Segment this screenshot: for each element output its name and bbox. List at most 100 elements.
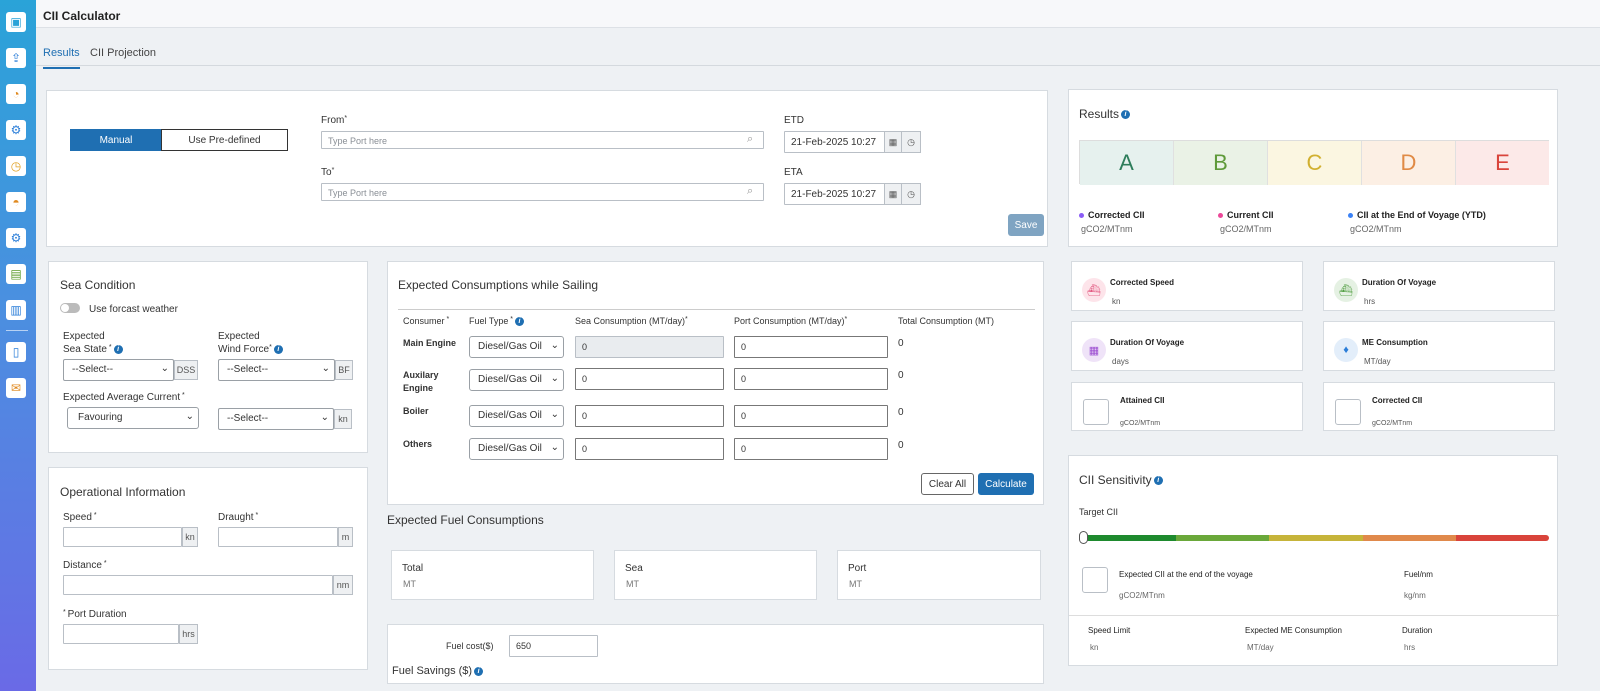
wind-force-select[interactable]: --Select-- ⌄: [218, 359, 335, 381]
expected-me-unit: MT/day: [1247, 643, 1274, 652]
calendar-icon[interactable]: ▦: [884, 131, 902, 153]
calendar-icon[interactable]: ▦: [884, 183, 902, 205]
fuel-type-select[interactable]: Diesel/Gas Oil ⌄: [469, 369, 564, 391]
grade-b: B: [1174, 141, 1268, 185]
etd-label: ETD: [784, 115, 804, 126]
app-title: CII Calculator: [43, 9, 121, 23]
port-consumption-input[interactable]: 0: [734, 405, 888, 427]
fuel-cost-panel: Fuel cost($) 650 Fuel Savings ($) i: [387, 624, 1044, 684]
total-consumption: 0: [898, 370, 904, 381]
card-unit: gCO2/MTnm: [1372, 420, 1413, 427]
settings-icon[interactable]: ⚙: [6, 120, 26, 140]
fuel-port-box: Port MT: [837, 550, 1041, 600]
chat-icon[interactable]: ✉: [6, 378, 26, 398]
legend-corrected-cii: Corrected CII: [1079, 210, 1145, 220]
sea-consumption-input[interactable]: 0: [575, 405, 724, 427]
fuel-total-box: Total MT: [391, 550, 594, 600]
eta-input[interactable]: 21-Feb-2025 10:27: [784, 183, 885, 205]
distance-label: Distance *: [63, 560, 107, 571]
predefined-mode-button[interactable]: Use Pre-defined: [161, 129, 288, 151]
fuel-type-select[interactable]: Diesel/Gas Oil ⌄: [469, 336, 564, 358]
draught-input[interactable]: [218, 527, 338, 547]
sidebar: ▣ ⇪ ◔ ⚙ ◷ ◓ ⚙ ▤ ▥ ▯ ✉: [0, 0, 36, 691]
helmet-icon[interactable]: ◓: [6, 192, 26, 212]
document-icon[interactable]: ▤: [6, 264, 26, 284]
distance-input[interactable]: [63, 575, 333, 595]
calendar-icon: ▦: [1082, 338, 1106, 362]
to-input[interactable]: Type Port here: [321, 183, 764, 201]
target-cii-slider-track[interactable]: [1083, 535, 1549, 541]
fuel-consumption-title: Expected Fuel Consumptions: [387, 513, 544, 527]
grade-d: D: [1362, 141, 1456, 185]
sea-consumption-input[interactable]: 0: [575, 368, 724, 390]
consumption-panel: Expected Consumptions while Sailing Cons…: [387, 261, 1044, 505]
save-button[interactable]: Save: [1008, 214, 1044, 236]
clock-icon[interactable]: ◷: [6, 156, 26, 176]
gauge-icon[interactable]: ◔: [6, 84, 26, 104]
manual-mode-button[interactable]: Manual: [70, 129, 162, 151]
row-consumer: Others: [403, 439, 433, 449]
top-bar: CII Calculator: [36, 0, 1600, 28]
search-icon: ⌕: [747, 185, 754, 197]
expected-cii-unit: gCO2/MTnm: [1119, 591, 1165, 600]
grade-a: A: [1080, 141, 1174, 185]
speed-input[interactable]: [63, 527, 182, 547]
monitor-icon[interactable]: ▣: [6, 12, 26, 32]
clear-all-button[interactable]: Clear All: [921, 473, 974, 495]
sea-state-label-line1: Expected: [63, 331, 105, 342]
corrected-cii-card: Corrected CII gCO2/MTnm: [1323, 382, 1555, 431]
clock-icon[interactable]: ◷: [901, 131, 921, 153]
calculate-button[interactable]: Calculate: [978, 473, 1034, 495]
fuel-total-label: Total: [402, 563, 424, 574]
card-unit: gCO2/MTnm: [1120, 420, 1161, 427]
duration-label: Duration: [1402, 626, 1433, 635]
fuel-cost-input[interactable]: 650: [509, 635, 598, 657]
upload-icon[interactable]: ⇪: [6, 48, 26, 68]
port-consumption-input[interactable]: 0: [734, 368, 888, 390]
me-consumption-card: ♦ ME Consumption MT/day: [1323, 321, 1555, 371]
gear-icon[interactable]: ⚙: [6, 228, 26, 248]
etd-input[interactable]: 21-Feb-2025 10:27: [784, 131, 885, 153]
fuel-type-select[interactable]: Diesel/Gas Oil ⌄: [469, 438, 564, 460]
report-icon[interactable]: ▥: [6, 300, 26, 320]
forecast-weather-label: Use forcast weather: [89, 304, 178, 315]
phone-icon[interactable]: ▯: [6, 342, 26, 362]
fuel-port-unit: MT: [849, 579, 862, 589]
current-speed-select[interactable]: --Select-- ⌄: [218, 408, 334, 430]
clock-icon[interactable]: ◷: [901, 183, 921, 205]
sea-consumption-input[interactable]: 0: [575, 438, 724, 460]
results-title: Results i: [1079, 107, 1131, 121]
col-fuel-type: Fuel Type * i: [469, 316, 525, 327]
port-duration-input[interactable]: [63, 624, 179, 644]
target-cii-label: Target CII: [1079, 507, 1119, 517]
divider: [398, 309, 1035, 310]
fuel-type-select[interactable]: Diesel/Gas Oil ⌄: [469, 405, 564, 427]
forecast-weather-toggle[interactable]: [60, 303, 80, 313]
col-port-consumption: Port Consumption (MT/day)*: [734, 316, 848, 326]
sea-consumption-input[interactable]: 0: [575, 336, 724, 358]
cii-sensitivity-panel: CII Sensitivity i Target CII Expected CII…: [1068, 455, 1559, 666]
tab-cii-projection[interactable]: CII Projection: [90, 47, 156, 67]
port-consumption-input[interactable]: 0: [734, 336, 888, 358]
port-consumption-input[interactable]: 0: [734, 438, 888, 460]
draught-unit: m: [338, 527, 353, 547]
results-panel: Results i A B C D E Corrected CII gCO2/MT…: [1068, 89, 1558, 247]
tab-results[interactable]: Results: [43, 47, 80, 69]
sea-state-select[interactable]: --Select-- ⌄: [63, 359, 174, 381]
expected-cii-label: Expected CII at the end of the voyage: [1119, 570, 1253, 579]
from-input[interactable]: Type Port here: [321, 131, 764, 149]
fuel-sea-label: Sea: [625, 563, 643, 574]
speed-label: Speed *: [63, 512, 97, 523]
target-cii-slider-handle[interactable]: [1079, 531, 1088, 544]
route-panel: Manual Use Pre-defined From* Type Port h…: [46, 90, 1048, 247]
wind-force-label-line2: Wind Force* i: [218, 344, 283, 355]
col-total-consumption: Total Consumption (MT): [898, 316, 995, 326]
distance-unit: nm: [333, 575, 353, 595]
current-direction-select[interactable]: Favouring ⌄: [67, 407, 199, 429]
legend-current-cii: Current CII: [1218, 210, 1274, 220]
col-sea-consumption: Sea Consumption (MT/day)*: [575, 316, 688, 326]
corrected-speed-card: ⛴ Corrected Speed kn: [1071, 261, 1303, 311]
operational-info-panel: Operational Information Speed * kn Draug…: [48, 467, 368, 670]
fuel-per-nm-label: Fuel/nm: [1404, 570, 1433, 579]
speed-limit-label: Speed Limit: [1088, 626, 1131, 635]
